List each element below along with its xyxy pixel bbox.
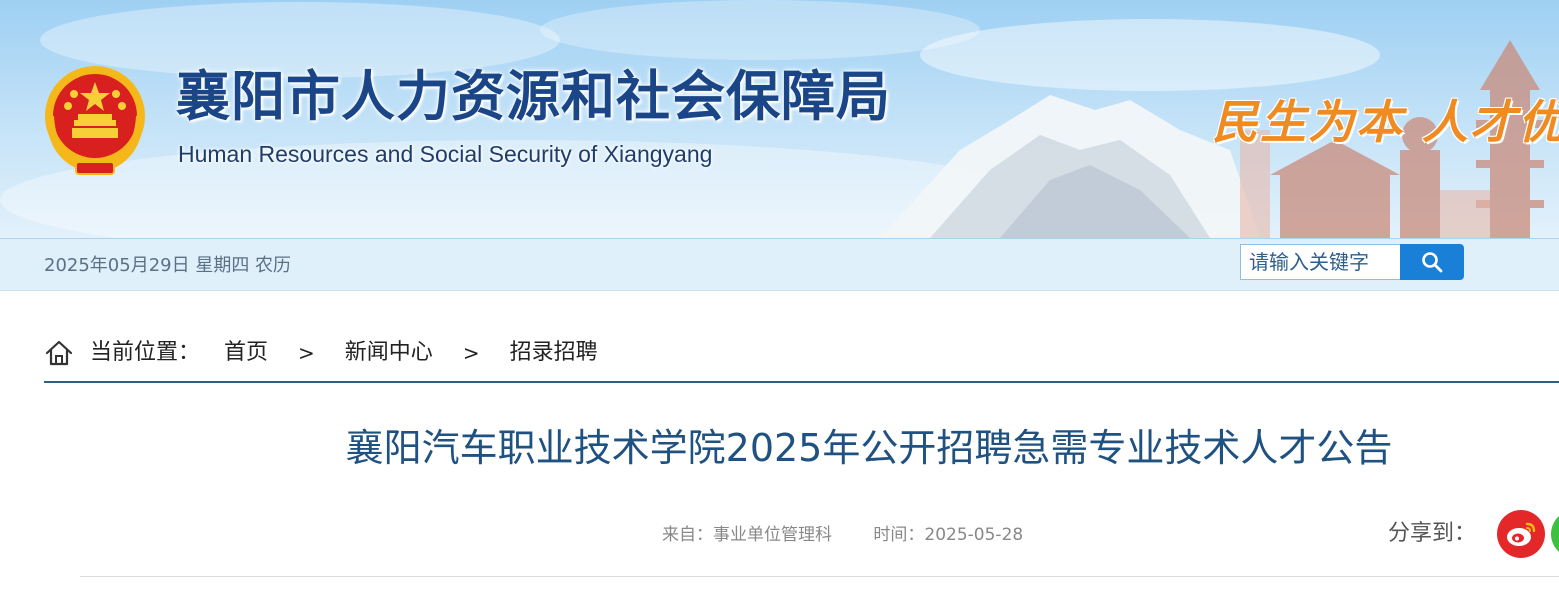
search-button[interactable] (1400, 244, 1464, 280)
share-wechat-button[interactable] (1551, 510, 1559, 558)
article-time: 时间：2025-05-28 (873, 525, 1024, 545)
header-banner: 襄阳市人力资源和社会保障局 Human Resources and Social… (0, 0, 1559, 238)
article-meta: 来自：事业单位管理科 时间：2025-05-28 (662, 522, 1023, 548)
article-title: 襄阳汽车职业技术学院2025年公开招聘急需专业技术人才公告 (345, 426, 1393, 470)
search-icon (1422, 252, 1443, 273)
breadcrumb-item-recruitment[interactable]: 招录招聘 (510, 334, 598, 372)
breadcrumb-divider (44, 381, 1559, 383)
article-source: 来自：事业单位管理科 (662, 525, 832, 545)
site-subtitle: Human Resources and Social Security of X… (178, 141, 713, 167)
share-label: 分享到： (1388, 521, 1477, 546)
breadcrumb-prefix: 当前位置： (90, 340, 201, 365)
home-icon (45, 340, 73, 366)
weibo-icon (1507, 522, 1536, 546)
search-box (1240, 244, 1464, 280)
search-input[interactable] (1240, 244, 1400, 280)
current-date: 2025年05月29日 星期四 农历 (44, 255, 292, 276)
breadcrumb-item-news[interactable]: 新闻中心 (345, 334, 433, 372)
breadcrumb-separator: > (462, 341, 480, 365)
breadcrumb-item-home[interactable]: 首页 (224, 334, 268, 372)
national-emblem-icon (45, 66, 145, 175)
site-title: 襄阳市人力资源和社会保障局 (176, 65, 891, 128)
article-header-divider (80, 576, 1559, 577)
breadcrumb-separator: > (298, 341, 315, 365)
banner-slogan: 民生为本 人才优先 (1212, 95, 1559, 149)
info-bar: 2025年05月29日 星期四 农历 (0, 238, 1559, 291)
breadcrumb: 当前位置： 首页 > 新闻中心 > 招录招聘 (44, 334, 1559, 372)
share-weibo-button[interactable] (1497, 510, 1545, 558)
